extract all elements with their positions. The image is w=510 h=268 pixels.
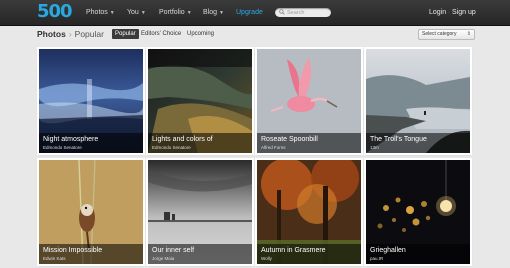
- photo-author[interactable]: Alfred Forns: [261, 145, 286, 150]
- breadcrumb-root[interactable]: Photos: [37, 29, 66, 39]
- photo-title[interactable]: Night atmosphere: [43, 136, 98, 144]
- tab-upcoming[interactable]: Upcoming: [184, 29, 217, 39]
- nav-photos[interactable]: Photos ▼: [86, 8, 115, 18]
- photo-card-mission-impossible[interactable]: Mission Impossible Edwin Kats: [39, 160, 143, 264]
- chevron-down-icon: ▼: [186, 10, 192, 16]
- chevron-down-icon: ▼: [219, 10, 224, 16]
- photo-title[interactable]: Autumn in Grasmere: [261, 247, 326, 255]
- photo-caption: Our inner self Jorge Maia: [148, 244, 252, 264]
- breadcrumb-separator: ›: [68, 29, 72, 39]
- photo-author[interactable]: Jorge Maia: [152, 256, 174, 261]
- auth-separator: ·: [447, 9, 450, 16]
- login-link[interactable]: Login: [429, 8, 446, 17]
- photo-title[interactable]: The Troll's Tongue: [370, 136, 427, 144]
- chevron-down-icon: ▼: [109, 10, 115, 16]
- photo-title[interactable]: Mission Impossible: [43, 247, 102, 255]
- photo-card-our-inner-self[interactable]: Our inner self Jorge Maia: [148, 160, 252, 264]
- category-select[interactable]: Select category ⇕: [418, 29, 475, 40]
- photo-card-night-atmosphere[interactable]: Night atmosphere Edmondo Senatore: [39, 49, 143, 153]
- nav-photos-label: Photos: [86, 9, 108, 16]
- photo-card-autumn-in-grasmere[interactable]: Autumn in Grasmere Wolly: [257, 160, 361, 264]
- photo-title[interactable]: Lights and colors of: [152, 136, 213, 144]
- signup-link[interactable]: Sign up: [452, 8, 476, 17]
- photo-caption: Grieghallen pau.tR: [366, 244, 470, 264]
- photo-author[interactable]: Edwin Kats: [43, 256, 66, 261]
- photo-author[interactable]: Edmondo Senatore: [152, 145, 191, 150]
- photo-caption: Roseate Spoonbill Alfred Forns: [257, 133, 361, 153]
- breadcrumb: Photos › Popular: [37, 29, 104, 39]
- photo-card-trolls-tongue[interactable]: The Troll's Tongue 13m: [366, 49, 470, 153]
- search-box[interactable]: [275, 8, 331, 17]
- photo-caption: Autumn in Grasmere Wolly: [257, 244, 361, 264]
- photo-card-grieghallen[interactable]: Grieghallen pau.tR: [366, 160, 470, 264]
- photo-title[interactable]: Our inner self: [152, 247, 194, 255]
- photo-caption: Night atmosphere Edmondo Senatore: [39, 133, 143, 153]
- chevron-down-icon: ▼: [140, 10, 146, 16]
- category-select-value: Select category: [422, 31, 457, 37]
- photo-author[interactable]: pau.tR: [370, 256, 383, 261]
- nav-blog-label: Blog: [203, 9, 218, 16]
- photo-card-roseate-spoonbill[interactable]: Roseate Spoonbill Alfred Forns: [257, 49, 361, 153]
- search-icon: [279, 9, 285, 15]
- photo-title[interactable]: Roseate Spoonbill: [261, 136, 318, 144]
- tab-editors-choice[interactable]: Editors' Choice: [138, 29, 184, 39]
- top-navigation-bar: 500 Photos ▼ You ▼ Portfolio ▼ Blog ▼ Upgrad…: [0, 0, 510, 26]
- tab-popular[interactable]: Popular: [112, 29, 139, 39]
- sub-header: Photos › Popular Popular Editors' Choice U…: [0, 26, 510, 42]
- nav-portfolio-label: Portfolio: [159, 9, 185, 16]
- nav-upgrade[interactable]: Upgrade: [236, 8, 263, 17]
- photo-author[interactable]: 13m: [370, 145, 379, 150]
- photo-card-lights-and-colors[interactable]: Lights and colors of Edmondo Senatore: [148, 49, 252, 153]
- nav-you[interactable]: You ▼: [127, 8, 146, 18]
- chevron-down-icon: ⇕: [466, 31, 471, 37]
- photo-title[interactable]: Grieghallen: [370, 247, 406, 255]
- breadcrumb-current: Popular: [74, 29, 104, 39]
- nav-blog[interactable]: Blog ▼: [203, 8, 224, 18]
- nav-portfolio[interactable]: Portfolio ▼: [159, 8, 192, 18]
- photo-author[interactable]: Edmondo Senatore: [43, 145, 82, 150]
- photo-caption: Lights and colors of Edmondo Senatore: [148, 133, 252, 153]
- logo[interactable]: 500: [37, 2, 73, 21]
- photo-author[interactable]: Wolly: [261, 256, 272, 261]
- nav-you-label: You: [127, 9, 139, 16]
- search-input[interactable]: [287, 8, 329, 17]
- photo-caption: Mission Impossible Edwin Kats: [39, 244, 143, 264]
- page: 500 Photos ▼ You ▼ Portfolio ▼ Blog ▼ Upgrad…: [0, 0, 510, 268]
- photo-caption: The Troll's Tongue 13m: [366, 133, 470, 153]
